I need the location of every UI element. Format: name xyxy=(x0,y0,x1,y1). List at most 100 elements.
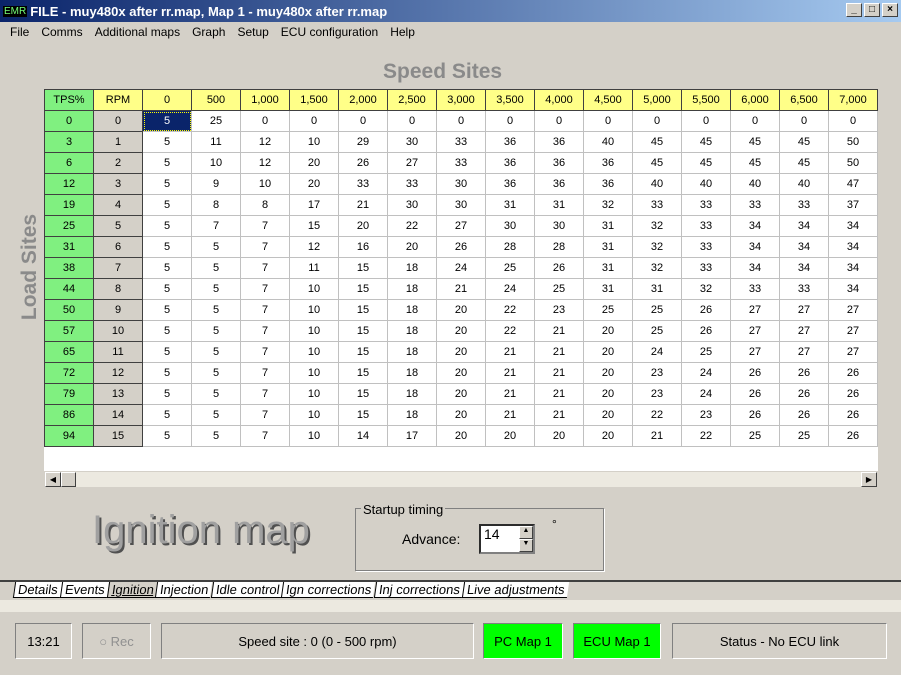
map-cell[interactable]: 5 xyxy=(191,320,241,342)
map-cell[interactable]: 32 xyxy=(632,257,682,279)
map-cell[interactable]: 25 xyxy=(534,278,584,300)
scroll-right-arrow-icon[interactable]: ▶ xyxy=(861,472,877,487)
map-cell[interactable]: 5 xyxy=(191,236,241,258)
map-cell[interactable]: 23 xyxy=(632,362,682,384)
map-cell[interactable]: 20 xyxy=(436,341,486,363)
map-cell[interactable]: 30 xyxy=(436,194,486,216)
speed-site-header[interactable]: 2,000 xyxy=(338,89,388,111)
map-cell[interactable]: 0 xyxy=(828,110,878,132)
map-cell[interactable]: 7 xyxy=(240,215,290,237)
map-cell[interactable]: 26 xyxy=(681,320,731,342)
map-cell[interactable]: 21 xyxy=(534,362,584,384)
map-cell[interactable]: 36 xyxy=(534,173,584,195)
map-cell[interactable]: 27 xyxy=(730,299,780,321)
map-cell[interactable]: 40 xyxy=(730,173,780,195)
map-cell[interactable]: 21 xyxy=(534,341,584,363)
map-cell[interactable]: 20 xyxy=(583,362,633,384)
map-cell[interactable]: 15 xyxy=(289,215,339,237)
map-cell[interactable]: 18 xyxy=(387,362,437,384)
map-cell[interactable]: 7 xyxy=(240,362,290,384)
map-cell[interactable]: 15 xyxy=(338,362,388,384)
map-cell[interactable]: 5 xyxy=(142,278,192,300)
map-cell[interactable]: 5 xyxy=(142,320,192,342)
close-button[interactable]: × xyxy=(882,3,898,17)
map-cell[interactable]: 27 xyxy=(779,341,829,363)
map-cell[interactable]: 23 xyxy=(681,404,731,426)
map-cell[interactable]: 15 xyxy=(338,320,388,342)
map-cell[interactable]: 0 xyxy=(338,110,388,132)
map-cell[interactable]: 18 xyxy=(387,341,437,363)
menu-help[interactable]: Help xyxy=(390,25,415,39)
map-cell[interactable]: 36 xyxy=(485,173,535,195)
map-cell[interactable]: 20 xyxy=(436,425,486,447)
maximize-button[interactable]: □ xyxy=(864,3,880,17)
map-cell[interactable]: 45 xyxy=(681,152,731,174)
map-cell[interactable]: 31 xyxy=(485,194,535,216)
tab-ignition[interactable]: Ignition xyxy=(106,582,158,598)
speed-site-header[interactable]: 500 xyxy=(191,89,241,111)
map-cell[interactable]: 10 xyxy=(289,404,339,426)
map-cell[interactable]: 21 xyxy=(436,278,486,300)
map-cell[interactable]: 11 xyxy=(191,131,241,153)
map-cell[interactable]: 30 xyxy=(534,215,584,237)
map-cell[interactable]: 27 xyxy=(387,152,437,174)
menu-file[interactable]: File xyxy=(10,25,29,39)
map-cell[interactable]: 10 xyxy=(289,299,339,321)
map-cell[interactable]: 18 xyxy=(387,257,437,279)
map-cell[interactable]: 33 xyxy=(779,194,829,216)
map-cell[interactable]: 22 xyxy=(632,404,682,426)
map-cell[interactable]: 30 xyxy=(436,173,486,195)
map-cell[interactable]: 24 xyxy=(485,278,535,300)
map-cell[interactable]: 24 xyxy=(681,362,731,384)
map-cell[interactable]: 17 xyxy=(387,425,437,447)
map-cell[interactable]: 21 xyxy=(485,404,535,426)
map-cell[interactable]: 14 xyxy=(338,425,388,447)
map-cell[interactable]: 30 xyxy=(387,131,437,153)
map-cell[interactable]: 7 xyxy=(240,404,290,426)
map-cell[interactable]: 33 xyxy=(681,215,731,237)
map-cell[interactable]: 21 xyxy=(534,320,584,342)
map-cell[interactable]: 0 xyxy=(485,110,535,132)
map-cell[interactable]: 21 xyxy=(485,362,535,384)
map-cell[interactable]: 25 xyxy=(191,110,241,132)
tab-events[interactable]: Events xyxy=(59,582,109,598)
advance-value[interactable]: 14 xyxy=(484,526,500,542)
tab-live-adjustments[interactable]: Live adjustments xyxy=(461,582,569,598)
map-cell[interactable]: 47 xyxy=(828,173,878,195)
map-cell[interactable]: 33 xyxy=(681,194,731,216)
map-cell[interactable]: 5 xyxy=(191,257,241,279)
map-cell[interactable]: 10 xyxy=(240,173,290,195)
speed-site-header[interactable]: 3,000 xyxy=(436,89,486,111)
map-cell[interactable]: 10 xyxy=(289,383,339,405)
map-cell[interactable]: 22 xyxy=(485,299,535,321)
map-cell[interactable]: 12 xyxy=(289,236,339,258)
map-cell[interactable]: 15 xyxy=(338,341,388,363)
map-cell[interactable]: 23 xyxy=(534,299,584,321)
map-cell[interactable]: 34 xyxy=(779,215,829,237)
horizontal-scrollbar[interactable]: ◀ ▶ xyxy=(44,471,878,488)
tab-ign-corrections[interactable]: Ign corrections xyxy=(281,582,376,598)
tab-inj-corrections[interactable]: Inj corrections xyxy=(373,582,464,598)
map-cell[interactable]: 24 xyxy=(632,341,682,363)
map-cell[interactable]: 7 xyxy=(191,215,241,237)
map-cell[interactable]: 37 xyxy=(828,194,878,216)
menu-setup[interactable]: Setup xyxy=(237,25,268,39)
map-cell[interactable]: 0 xyxy=(730,110,780,132)
map-cell[interactable]: 34 xyxy=(779,236,829,258)
map-cell[interactable]: 5 xyxy=(142,425,192,447)
map-cell[interactable]: 31 xyxy=(632,278,682,300)
map-cell[interactable]: 26 xyxy=(730,404,780,426)
map-cell[interactable]: 15 xyxy=(338,383,388,405)
map-cell[interactable]: 5 xyxy=(142,173,192,195)
tab-idle-control[interactable]: Idle control xyxy=(210,582,284,598)
map-cell[interactable]: 0 xyxy=(779,110,829,132)
map-cell[interactable]: 20 xyxy=(436,404,486,426)
map-cell[interactable]: 27 xyxy=(828,299,878,321)
map-cell[interactable]: 5 xyxy=(191,299,241,321)
map-cell[interactable]: 33 xyxy=(338,173,388,195)
map-cell[interactable]: 5 xyxy=(142,383,192,405)
map-cell[interactable]: 40 xyxy=(583,131,633,153)
tab-details[interactable]: Details xyxy=(12,582,62,598)
map-cell[interactable]: 28 xyxy=(534,236,584,258)
map-cell[interactable]: 32 xyxy=(681,278,731,300)
